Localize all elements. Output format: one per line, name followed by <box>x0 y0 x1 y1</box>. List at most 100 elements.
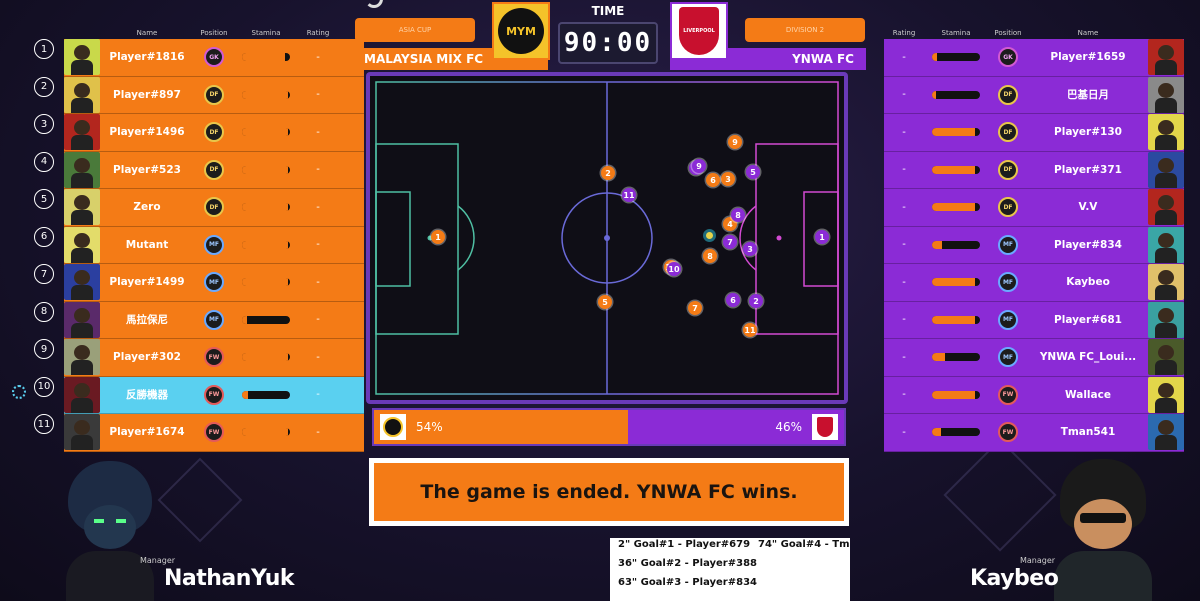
player-avatar <box>64 264 100 301</box>
away-player-row[interactable]: - FW Tman541 <box>884 414 1184 452</box>
header-rating: Rating <box>892 28 916 37</box>
home-team-logo: MYM <box>492 2 550 60</box>
player-name: V.V <box>1078 201 1098 214</box>
position-badge: MF <box>204 309 224 330</box>
stamina-bar <box>932 53 980 62</box>
pitch: 12345678910111234567891011 <box>370 76 844 400</box>
home-player-row[interactable]: Player#523 DF - <box>64 151 364 189</box>
away-player-row[interactable]: - DF Player#130 <box>884 114 1184 152</box>
player-avatar <box>64 301 100 338</box>
player-rating: - <box>316 201 320 213</box>
home-player-row[interactable]: Player#1496 DF - <box>64 114 364 152</box>
stamina-bar <box>932 203 980 212</box>
away-player-row[interactable]: - MF Kaybeo <box>884 264 1184 302</box>
player-avatar <box>1148 39 1184 76</box>
home-player-marker: 9 <box>728 135 742 149</box>
home-player-row[interactable]: 馬拉保尼 MF - <box>64 301 364 339</box>
away-player-row[interactable]: - DF 巴基日月 <box>884 76 1184 114</box>
player-name: Tman541 <box>1060 426 1116 439</box>
player-avatar <box>1148 301 1184 338</box>
home-roster-header: Name Position Stamina Rating <box>64 26 364 39</box>
result-banner: The game is ended. YNWA FC wins. <box>369 458 849 526</box>
position-badge: GK <box>204 47 224 68</box>
away-player-row[interactable]: - MF Player#834 <box>884 226 1184 264</box>
position-badge: DF <box>998 197 1018 218</box>
home-player-row[interactable]: Player#1499 MF - <box>64 264 364 302</box>
home-player-row[interactable]: Zero DF - <box>64 189 364 227</box>
away-manager-label: Manager <box>1020 556 1056 565</box>
stamina-bar <box>242 128 290 137</box>
ball <box>703 229 716 242</box>
home-player-row[interactable]: Player#897 DF - <box>64 76 364 114</box>
away-player-row[interactable]: - DF Player#371 <box>884 151 1184 189</box>
stamina-bar <box>932 128 980 137</box>
home-mini-logo <box>380 414 406 440</box>
player-avatar <box>1148 114 1184 151</box>
away-player-marker: 6 <box>726 293 740 307</box>
stamina-bar <box>242 203 290 212</box>
home-player-number: 10 <box>34 376 54 397</box>
player-rating: - <box>316 276 320 288</box>
home-player-marker: 3 <box>721 172 735 186</box>
away-player-marker: 3 <box>743 242 757 256</box>
player-name: Kaybeo <box>1066 276 1110 289</box>
stamina-bar <box>932 353 980 362</box>
stamina-bar <box>932 240 980 249</box>
home-player-number: 11 <box>34 414 54 434</box>
settings-gear-icon[interactable] <box>12 385 26 399</box>
goal-log: 2" Goal#1 - Player#679 36" Goal#2 - Play… <box>610 538 850 601</box>
stamina-bar <box>242 165 290 174</box>
home-player-row[interactable]: 反勝機器 FW - <box>64 376 364 414</box>
home-roster: Name Position Stamina Rating Player#1816… <box>64 26 364 452</box>
header-stamina: Stamina <box>941 28 971 37</box>
away-player-row[interactable]: - FW Wallace <box>884 376 1184 414</box>
away-player-marker: 8 <box>731 208 745 222</box>
home-player-row[interactable]: Mutant MF - <box>64 226 364 264</box>
stamina-bar <box>932 90 980 99</box>
home-player-row[interactable]: Player#1674 FW - <box>64 414 364 452</box>
position-badge: MF <box>998 347 1018 368</box>
player-rating: - <box>902 426 906 438</box>
away-player-marker: 7 <box>723 235 737 249</box>
player-name: Player#371 <box>1054 163 1122 176</box>
away-player-row[interactable]: - MF Player#681 <box>884 301 1184 339</box>
position-badge: MF <box>998 272 1018 293</box>
player-avatar <box>64 76 100 113</box>
away-mini-logo <box>812 414 838 440</box>
header-stamina: Stamina <box>251 28 281 37</box>
position-badge: MF <box>204 272 224 293</box>
player-rating: - <box>902 239 906 251</box>
home-player-marker: 1 <box>431 230 445 244</box>
player-name: Player#1499 <box>109 276 185 289</box>
away-player-row[interactable]: - GK Player#1659 <box>884 39 1184 77</box>
goal-entry: 36" Goal#2 - Player#388 <box>618 558 757 569</box>
loading-icon <box>365 0 383 8</box>
home-player-row[interactable]: Player#302 FW - <box>64 339 364 377</box>
pitch-frame: 12345678910111234567891011 <box>366 72 848 404</box>
time-label: TIME <box>591 4 625 18</box>
player-avatar <box>64 39 100 76</box>
home-manager-label: Manager <box>140 556 176 565</box>
away-player-marker: 9 <box>692 159 706 173</box>
player-rating: - <box>316 389 320 401</box>
player-name: 馬拉保尼 <box>126 313 168 326</box>
home-manager-name: NathanYuk <box>164 566 295 591</box>
player-avatar <box>1148 189 1184 226</box>
player-name: Player#1816 <box>109 51 185 64</box>
away-player-row[interactable]: - MF YNWA FC_Loui... <box>884 339 1184 377</box>
stamina-bar <box>932 390 980 399</box>
away-player-row[interactable]: - DF V.V <box>884 189 1184 227</box>
home-player-number: 5 <box>34 189 54 209</box>
stamina-bar <box>932 315 980 324</box>
player-rating: - <box>316 351 320 363</box>
player-avatar <box>1148 376 1184 413</box>
player-rating: - <box>316 89 320 101</box>
player-avatar <box>64 376 100 413</box>
home-player-row[interactable]: Player#1816 GK - <box>64 39 364 77</box>
goal-entry: 2" Goal#1 - Player#679 <box>618 539 751 550</box>
home-player-marker: 5 <box>598 295 612 309</box>
home-player-marker: 8 <box>703 249 717 263</box>
player-rating: - <box>316 426 320 438</box>
player-rating: - <box>902 201 906 213</box>
away-possession-value: 46% <box>775 420 802 434</box>
